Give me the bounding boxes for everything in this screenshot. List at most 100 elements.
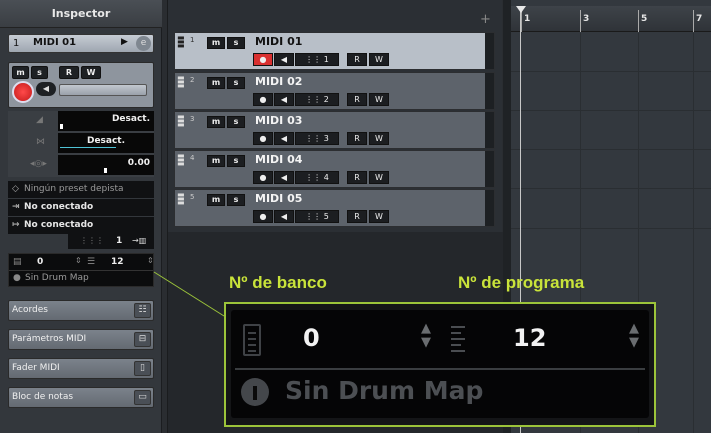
track-row[interactable]: ▬ ▬ ▬ 1 m s MIDI 01 ● ◀ ⋮⋮ 1RW <box>174 32 495 70</box>
write-automation-button[interactable]: W <box>81 66 101 79</box>
track-write-button[interactable]: W <box>369 210 389 223</box>
volume-value[interactable]: Desact. <box>58 111 154 131</box>
mute-button[interactable]: m <box>12 66 29 79</box>
channel-grid-icon: ⋮⋮ <box>305 134 324 143</box>
track-number: 4 <box>190 154 195 162</box>
record-enable-button[interactable] <box>12 81 34 103</box>
track-write-button[interactable]: W <box>369 53 389 66</box>
zoomed-drum-map-selector[interactable]: Sin Drum Map <box>285 376 483 405</box>
track-read-button[interactable]: R <box>347 53 367 66</box>
monitor-speaker-icon[interactable]: ◀ <box>274 53 294 66</box>
output-routing-field[interactable]: ↦ No conectado <box>8 217 154 234</box>
track-read-button[interactable]: R <box>347 171 367 184</box>
monitor-speaker-icon[interactable]: ◀ <box>36 82 56 96</box>
track-channel-field[interactable]: ⋮⋮ 5 <box>295 210 339 223</box>
volume-row: ◢ Desact. <box>8 111 154 131</box>
ruler-bar-line <box>580 10 581 32</box>
track-name[interactable]: MIDI 01 <box>255 35 302 48</box>
ruler-bar-line <box>521 10 522 32</box>
track-name[interactable]: MIDI 04 <box>255 153 302 166</box>
track-solo-button[interactable]: s <box>227 194 245 206</box>
record-icon[interactable]: ● <box>253 93 273 106</box>
track-write-button[interactable]: W <box>369 171 389 184</box>
track-preset-field[interactable]: ◇ Ningún preset depista <box>8 181 154 198</box>
input-routing-text: No conectado <box>24 202 94 212</box>
transpose-line <box>60 147 116 148</box>
track-solo-button[interactable]: s <box>227 37 245 49</box>
track-channel-value: 4 <box>323 173 329 182</box>
record-icon[interactable]: ● <box>253 210 273 223</box>
edit-instrument-icon[interactable]: →▥ <box>132 236 146 245</box>
bank-value[interactable]: 0 <box>37 257 43 267</box>
volume-value-text: Desact. <box>111 114 150 124</box>
section-chords[interactable]: Acordes ☷ <box>8 300 154 321</box>
track-channel-value: 3 <box>323 134 329 143</box>
add-track-icon[interactable]: + <box>480 12 491 27</box>
record-icon[interactable]: ● <box>253 171 273 184</box>
track-solo-button[interactable]: s <box>227 116 245 128</box>
track-channel-field[interactable]: ⋮⋮ 1 <box>295 53 339 66</box>
program-spinner-icon[interactable]: ⇕ <box>147 256 154 265</box>
monitor-speaker-icon[interactable]: ◀ <box>274 132 294 145</box>
divider <box>235 368 645 370</box>
inspector-track-name-bar[interactable]: 1 MIDI 01 ▶ e <box>8 34 154 53</box>
track-name[interactable]: MIDI 02 <box>255 75 302 88</box>
section-midi-fader[interactable]: Fader MIDI ▯ <box>8 358 154 379</box>
track-channel-field[interactable]: ⋮⋮ 2 <box>295 93 339 106</box>
track-name[interactable]: MIDI 03 <box>255 114 302 127</box>
solo-button[interactable]: s <box>31 66 48 79</box>
edit-channel-icon[interactable]: e <box>136 36 151 51</box>
track-controls: ● ◀ ⋮⋮ 4 RW <box>253 171 393 184</box>
read-automation-button[interactable]: R <box>59 66 79 79</box>
track-name[interactable]: MIDI 05 <box>255 192 302 205</box>
monitor-speaker-icon[interactable]: ◀ <box>274 171 294 184</box>
bank-spinner-icon[interactable]: ▲ ▼ <box>421 322 431 350</box>
record-icon[interactable]: ● <box>253 132 273 145</box>
input-routing-field[interactable]: ⇥ No conectado <box>8 199 154 216</box>
grid-line <box>511 149 711 150</box>
track-mute-button[interactable]: m <box>207 116 225 128</box>
program-spinner-icon[interactable]: ▲ ▼ <box>629 322 639 350</box>
monitor-speaker-icon[interactable]: ◀ <box>274 93 294 106</box>
grid-line <box>511 110 711 111</box>
track-row[interactable]: ▬ ▬ ▬ 3 m s MIDI 03 ● ◀ ⋮⋮ 3RW <box>174 111 495 149</box>
track-row[interactable]: ▬ ▬ ▬ 5 m s MIDI 05 ● ◀ ⋮⋮ 5RW <box>174 189 495 227</box>
section-midi-parameters[interactable]: Parámetros MIDI ⊟ <box>8 329 154 350</box>
section-notepad[interactable]: Bloc de notas ▭ <box>8 387 154 408</box>
zoomed-program-value[interactable]: 12 <box>513 324 546 352</box>
drum-map-icon: ● <box>13 273 21 283</box>
track-mute-button[interactable]: m <box>207 37 225 49</box>
transpose-icon: ⋈ <box>36 137 45 147</box>
track-solo-button[interactable]: s <box>227 155 245 167</box>
track-mute-button[interactable]: m <box>207 77 225 89</box>
track-read-button[interactable]: R <box>347 210 367 223</box>
track-mute-button[interactable]: m <box>207 155 225 167</box>
track-edge <box>485 151 494 187</box>
volume-fader[interactable] <box>59 84 147 96</box>
track-write-button[interactable]: W <box>369 132 389 145</box>
pan-value[interactable]: 0.00 <box>58 155 154 175</box>
midi-channel-row[interactable]: ⋮⋮⋮ 1 →▥ <box>8 234 154 249</box>
track-write-button[interactable]: W <box>369 93 389 106</box>
drum-map-selector[interactable]: Sin Drum Map <box>25 273 89 283</box>
timeline-ruler[interactable]: 1 3 5 7 <box>511 6 711 32</box>
transpose-value[interactable]: Desact. <box>58 133 154 153</box>
track-read-button[interactable]: R <box>347 93 367 106</box>
track-channel-field[interactable]: ⋮⋮ 3 <box>295 132 339 145</box>
zoomed-bank-value[interactable]: 0 <box>303 324 320 352</box>
record-icon[interactable]: ● <box>253 53 273 66</box>
output-routing-text: No conectado <box>24 220 94 230</box>
input-icon: ⇥ <box>12 202 20 212</box>
track-solo-button[interactable]: s <box>227 77 245 89</box>
track-mute-button[interactable]: m <box>207 194 225 206</box>
track-read-button[interactable]: R <box>347 132 367 145</box>
program-value[interactable]: 12 <box>111 257 124 267</box>
fader-icon: ▯ <box>134 361 151 376</box>
bank-spinner-icon[interactable]: ⇕ <box>75 256 82 265</box>
playhead-marker-icon[interactable] <box>516 6 526 13</box>
section-chords-label: Acordes <box>12 305 48 315</box>
track-channel-field[interactable]: ⋮⋮ 4 <box>295 171 339 184</box>
track-row[interactable]: ▬ ▬ ▬ 2 m s MIDI 02 ● ◀ ⋮⋮ 2RW <box>174 72 495 110</box>
monitor-speaker-icon[interactable]: ◀ <box>274 210 294 223</box>
track-row[interactable]: ▬ ▬ ▬ 4 m s MIDI 04 ● ◀ ⋮⋮ 4RW <box>174 150 495 188</box>
